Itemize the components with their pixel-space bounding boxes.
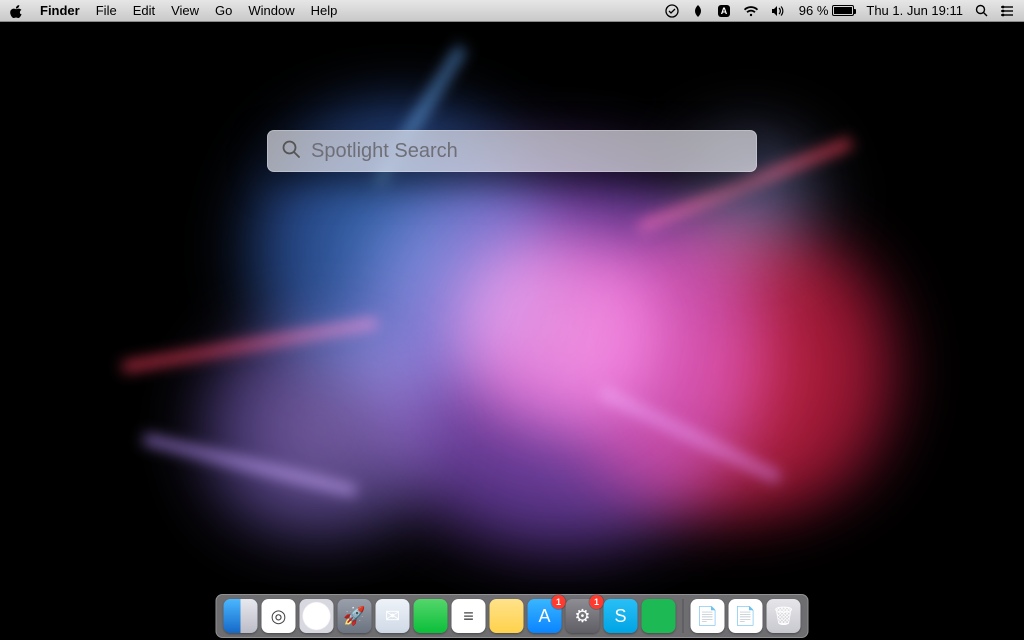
battery-percent-label: 96 % — [799, 3, 829, 18]
apple-menu-icon[interactable] — [10, 4, 24, 18]
menu-help[interactable]: Help — [311, 3, 338, 18]
dock-preferences-badge: 1 — [590, 595, 604, 609]
dock-skype-icon[interactable]: S — [604, 599, 638, 633]
desktop-wallpaper — [0, 0, 1024, 640]
dock-separator — [683, 599, 684, 633]
menu-file[interactable]: File — [96, 3, 117, 18]
menu-view[interactable]: View — [171, 3, 199, 18]
dock-document-1-icon[interactable]: 📄 — [691, 599, 725, 633]
dock-safari-icon[interactable]: ✦ — [300, 599, 334, 633]
dock-appstore-icon[interactable]: A1 — [528, 599, 562, 633]
notification-center-icon[interactable] — [1000, 5, 1014, 17]
app-menu[interactable]: Finder — [40, 3, 80, 18]
status-icon-3[interactable]: A — [717, 4, 731, 18]
clock[interactable]: Thu 1. Jun 19:11 — [866, 3, 963, 18]
menu-bar: Finder File Edit View Go Window Help A 9… — [0, 0, 1024, 22]
wifi-icon[interactable] — [743, 5, 759, 17]
dock-finder-icon[interactable] — [224, 599, 258, 633]
battery-icon — [832, 5, 854, 16]
dock-reminders-icon[interactable]: ≡ — [452, 599, 486, 633]
dock-mail-icon[interactable]: ✉ — [376, 599, 410, 633]
svg-text:A: A — [721, 6, 728, 16]
menu-go[interactable]: Go — [215, 3, 232, 18]
search-icon — [281, 139, 301, 164]
menu-window[interactable]: Window — [248, 3, 294, 18]
dock-document-2-icon[interactable]: 📄 — [729, 599, 763, 633]
dock-appstore-badge: 1 — [552, 595, 566, 609]
dock-messages-icon[interactable] — [414, 599, 448, 633]
dock-trash-icon[interactable]: 🗑 — [767, 599, 801, 633]
dock-notes-icon[interactable] — [490, 599, 524, 633]
dock-spotify-icon[interactable] — [642, 599, 676, 633]
dock-preferences-icon[interactable]: ⚙1 — [566, 599, 600, 633]
spotlight-search-panel[interactable] — [267, 130, 757, 172]
spotlight-menu-icon[interactable] — [975, 4, 988, 17]
spotlight-search-input[interactable] — [311, 140, 743, 163]
battery-status[interactable]: 96 % — [799, 3, 855, 18]
volume-icon[interactable] — [771, 5, 787, 17]
dock: ◎✦🚀✉≡A1⚙1S📄📄🗑 — [216, 594, 809, 638]
dock-launchpad-icon[interactable]: 🚀 — [338, 599, 372, 633]
status-icon-1[interactable] — [665, 4, 679, 18]
dock-chrome-icon[interactable]: ◎ — [262, 599, 296, 633]
status-icon-2[interactable] — [691, 4, 705, 18]
menu-edit[interactable]: Edit — [133, 3, 155, 18]
